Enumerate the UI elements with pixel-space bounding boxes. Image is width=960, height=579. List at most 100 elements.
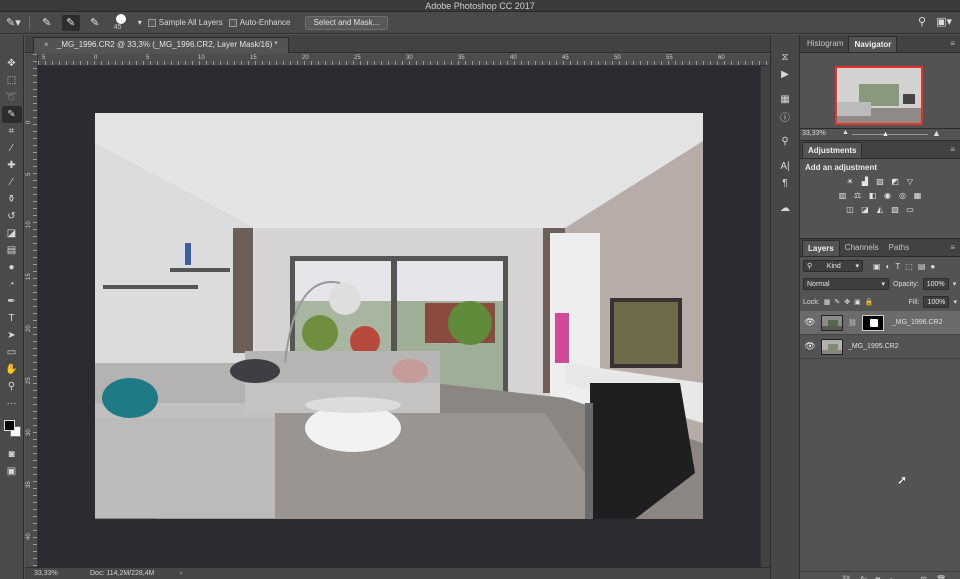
vertical-scrollbar[interactable] xyxy=(760,66,770,567)
photo-filter-icon[interactable]: ◉ xyxy=(883,190,893,200)
lock-transparent-icon[interactable]: ▦ xyxy=(824,298,831,306)
zoom-out-mountain-icon[interactable]: ▲ xyxy=(842,129,849,136)
panel-menu-icon[interactable]: ≡ xyxy=(950,39,955,48)
crop-tool-icon[interactable]: ⌗ xyxy=(2,123,22,140)
color-swatches[interactable] xyxy=(2,418,22,438)
panel-menu-icon[interactable]: ≡ xyxy=(950,243,955,252)
layer-name[interactable]: _MG_1995.CR2 xyxy=(848,343,899,350)
curves-icon[interactable]: ▨ xyxy=(875,176,885,186)
layer-name[interactable]: _MG_1996.CR2 xyxy=(892,319,943,326)
actions-play-icon[interactable]: ▶ xyxy=(774,66,796,83)
foreground-color[interactable] xyxy=(3,420,15,431)
gradient-map-icon[interactable]: ▭ xyxy=(905,204,915,214)
delete-layer-icon[interactable]: 🗑 xyxy=(936,575,946,579)
filter-toggle-icon[interactable]: ● xyxy=(930,262,935,271)
mask-link-icon[interactable]: ⛓ xyxy=(848,319,857,327)
fill-input[interactable]: 100% xyxy=(923,296,950,308)
selective-color-icon[interactable]: ▧ xyxy=(890,204,900,214)
layer-thumbnail[interactable] xyxy=(821,314,843,331)
adjustment-filter-icon[interactable]: ◐ xyxy=(886,262,891,271)
visibility-eye-icon[interactable]: 👁 xyxy=(804,317,816,328)
zoom-slider-track[interactable] xyxy=(852,134,928,135)
path-selection-tool-icon[interactable]: ➤ xyxy=(2,327,22,344)
tab-adjustments[interactable]: Adjustments xyxy=(802,142,863,158)
add-to-selection-brush-icon[interactable]: ✎ xyxy=(61,14,80,31)
tab-navigator[interactable]: Navigator xyxy=(848,36,898,52)
invert-icon[interactable]: ◫ xyxy=(845,204,855,214)
panel-menu-icon[interactable]: ≡ xyxy=(950,145,955,154)
type-tool-icon[interactable]: T xyxy=(2,310,22,327)
status-menu-arrow[interactable]: › xyxy=(180,568,182,579)
visibility-eye-icon[interactable]: 👁 xyxy=(804,341,816,352)
blur-tool-icon[interactable]: ● xyxy=(2,259,22,276)
lock-all-icon[interactable]: 🔒 xyxy=(865,298,874,306)
threshold-icon[interactable]: ◭ xyxy=(875,204,885,214)
levels-icon[interactable]: ▟ xyxy=(860,176,870,186)
color-lookup-icon[interactable]: ▦ xyxy=(913,190,923,200)
hue-saturation-icon[interactable]: ▥ xyxy=(838,190,848,200)
type-filter-icon[interactable]: T xyxy=(895,262,900,271)
subtract-from-selection-brush-icon[interactable]: ✎ xyxy=(86,15,104,31)
pixel-filter-icon[interactable]: ▣ xyxy=(873,262,881,271)
filter-kind-select[interactable]: ⚲ Kind ▾ xyxy=(803,260,863,272)
eyedropper-tool-icon[interactable]: ⁄ xyxy=(2,140,22,157)
add-mask-icon[interactable]: ◙ xyxy=(875,575,880,579)
new-layer-icon[interactable]: ⊞ xyxy=(920,575,927,579)
quick-mask-icon[interactable]: ◙ xyxy=(2,446,22,463)
zoom-tool-icon[interactable]: ⚲ xyxy=(2,378,22,395)
select-and-mask-button[interactable]: Select and Mask... xyxy=(304,15,389,30)
quick-selection-tool-icon[interactable]: ✎ xyxy=(1,106,22,123)
new-group-icon[interactable]: ▬ xyxy=(903,575,911,579)
vibrance-icon[interactable]: ▽ xyxy=(905,176,915,186)
layer-style-fx-icon[interactable]: fx xyxy=(860,575,866,579)
posterize-icon[interactable]: ◪ xyxy=(860,204,870,214)
new-selection-brush-icon[interactable]: ✎ xyxy=(38,15,56,31)
exposure-icon[interactable]: ◩ xyxy=(890,176,900,186)
gradient-tool-icon[interactable]: ▤ xyxy=(2,242,22,259)
tab-channels[interactable]: Channels xyxy=(840,240,884,256)
channel-mixer-icon[interactable]: ◎ xyxy=(898,190,908,200)
character-icon[interactable]: A| xyxy=(774,158,796,175)
color-balance-icon[interactable]: ⚖ xyxy=(853,190,863,200)
navigator-thumbnail[interactable] xyxy=(835,66,923,125)
layer-mask-thumbnail[interactable] xyxy=(861,314,884,331)
libraries-icon[interactable]: ☁ xyxy=(774,200,796,217)
link-layers-icon[interactable]: ⛓ xyxy=(841,575,851,579)
tab-layers[interactable]: Layers xyxy=(802,240,840,256)
auto-enhance-checkbox[interactable]: Auto-Enhance xyxy=(228,18,291,27)
screen-mode-icon[interactable]: ▣ xyxy=(2,463,22,480)
chevron-down-icon[interactable]: ▾ xyxy=(953,280,957,288)
brightness-contrast-icon[interactable]: ☀ xyxy=(845,176,855,186)
sample-all-layers-checkbox[interactable]: Sample All Layers xyxy=(147,18,223,27)
tab-histogram[interactable]: Histogram xyxy=(802,36,848,52)
zoom-slider-thumb[interactable]: ▲ xyxy=(882,131,889,138)
properties-icon[interactable]: ▦ xyxy=(774,91,796,108)
rectangle-tool-icon[interactable]: ▭ xyxy=(2,344,22,361)
dodge-tool-icon[interactable]: ◔ xyxy=(2,276,22,293)
vertical-ruler[interactable]: 0 5 10 15 20 25 30 35 40 xyxy=(25,54,38,567)
brush-tool-icon[interactable]: ⁄ xyxy=(2,174,22,191)
black-white-icon[interactable]: ◧ xyxy=(868,190,878,200)
zoom-readout[interactable]: 33,33% xyxy=(34,568,58,579)
zoom-in-mountain-icon[interactable]: ▲ xyxy=(932,128,941,138)
layer-thumbnail[interactable] xyxy=(821,338,843,355)
history-brush-tool-icon[interactable]: ↺ xyxy=(2,208,22,225)
pen-tool-icon[interactable]: ✒ xyxy=(2,293,22,310)
hand-tool-icon[interactable]: ✋ xyxy=(2,361,22,378)
chevron-down-icon[interactable]: ▾ xyxy=(138,15,142,31)
brush-size-picker[interactable]: 45 xyxy=(110,13,132,32)
healing-brush-tool-icon[interactable]: ✚ xyxy=(2,157,22,174)
blend-mode-select[interactable]: Normal ▾ xyxy=(803,278,889,290)
smart-object-filter-icon[interactable]: ▤ xyxy=(918,262,926,271)
horizontal-ruler[interactable]: 505101520253035404550556065 xyxy=(38,54,770,66)
lock-position-icon[interactable]: ✥ xyxy=(844,298,850,306)
tool-preset-picker[interactable]: ✎▾ xyxy=(6,15,21,31)
close-icon[interactable]: × xyxy=(44,40,49,49)
clone-stamp-tool-icon[interactable]: ⚱ xyxy=(2,191,22,208)
search-icon[interactable]: ⚲ xyxy=(918,15,926,28)
paragraph-icon[interactable]: ¶ xyxy=(774,175,796,192)
new-adjustment-layer-icon[interactable]: ◐ xyxy=(889,575,894,579)
move-tool-icon[interactable]: ✥ xyxy=(2,55,22,72)
layer-row[interactable]: 👁 _MG_1995.CR2 xyxy=(800,335,960,359)
layer-row[interactable]: 👁 ⛓ _MG_1996.CR2 xyxy=(800,311,960,335)
